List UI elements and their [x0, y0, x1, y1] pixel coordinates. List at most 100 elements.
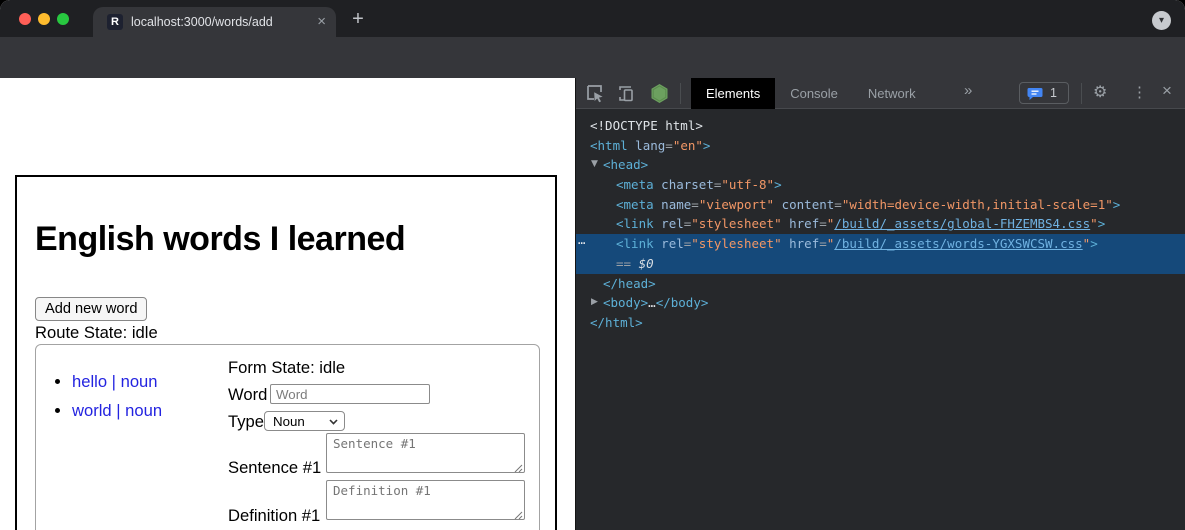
- dom-tree-line[interactable]: <link rel="stylesheet" href="/build/_ass…: [576, 214, 1185, 234]
- code-token: =: [691, 197, 699, 212]
- inspect-icon[interactable]: [586, 84, 605, 103]
- issues-count: 1: [1050, 86, 1057, 100]
- code-token: <link: [616, 236, 654, 251]
- code-token: <meta: [616, 177, 654, 192]
- definition-label: Definition #1: [228, 506, 320, 526]
- code-token: >: [1113, 197, 1121, 212]
- code-token: $0: [639, 256, 654, 271]
- code-token: href: [782, 216, 820, 231]
- code-token: =: [819, 236, 827, 251]
- new-tab-button[interactable]: +: [346, 8, 370, 32]
- word-link[interactable]: world | noun: [72, 401, 162, 420]
- settings-gear-icon[interactable]: ⚙: [1093, 82, 1107, 102]
- code-token: ": [1090, 216, 1098, 231]
- code-token: >: [1090, 236, 1098, 251]
- code-token: >: [1098, 216, 1106, 231]
- code-token: "stylesheet": [691, 216, 781, 231]
- device-toolbar-icon[interactable]: [616, 84, 635, 103]
- toolbar-divider: [1081, 83, 1082, 104]
- code-token: =: [834, 197, 842, 212]
- traffic-light-minimize[interactable]: [38, 13, 50, 25]
- code-token: =: [819, 216, 827, 231]
- code-token: "stylesheet": [691, 236, 781, 251]
- code-token: content: [774, 197, 834, 212]
- toolbar-divider: [680, 83, 681, 104]
- browser-toolbar: ← → ↻ ⓘ localhost:3000/words/add ☆ Incog…: [0, 37, 1185, 78]
- code-token: </body>: [656, 295, 709, 310]
- add-new-word-button[interactable]: Add new word: [35, 297, 147, 321]
- code-token: </html>: [590, 315, 643, 330]
- devtools-close-icon[interactable]: ×: [1162, 81, 1172, 101]
- code-token: "en": [673, 138, 703, 153]
- expander-icon[interactable]: ▼: [591, 155, 598, 175]
- code-token: rel: [654, 236, 684, 251]
- code-token: lang: [628, 138, 666, 153]
- dom-tree-line[interactable]: ⋯<link rel="stylesheet" href="/build/_as…: [576, 234, 1185, 254]
- tab-strip: R localhost:3000/words/add × + ▾: [0, 0, 1185, 37]
- remix-favicon: R: [107, 14, 123, 30]
- word-list: hello | noun world | noun: [72, 372, 162, 430]
- devtools-tab-network[interactable]: Network: [853, 78, 931, 109]
- issue-bubble-icon: [1027, 87, 1043, 101]
- node-icon[interactable]: [650, 83, 669, 104]
- code-token: <body>: [603, 295, 648, 310]
- code-token: charset: [654, 177, 714, 192]
- web-page: English words I learned Add new word Rou…: [0, 78, 575, 530]
- word-list-item: world | noun: [72, 401, 162, 421]
- code-token: name: [654, 197, 692, 212]
- dom-tree-line[interactable]: == $0: [576, 254, 1185, 274]
- dom-tree-line[interactable]: <!DOCTYPE html>: [576, 116, 1185, 136]
- more-tabs-icon[interactable]: »: [964, 82, 972, 99]
- tab-close-icon[interactable]: ×: [317, 13, 326, 30]
- definition-textarea[interactable]: [326, 480, 525, 520]
- devtools-menu-icon[interactable]: ⋮: [1132, 83, 1147, 101]
- code-token: "utf-8": [721, 177, 774, 192]
- code-token: >: [774, 177, 782, 192]
- code-token: =: [665, 138, 673, 153]
- devtools-tab-elements[interactable]: Elements: [691, 78, 775, 109]
- code-token: "viewport": [699, 197, 774, 212]
- dom-tree-line[interactable]: </html>: [576, 313, 1185, 333]
- dom-tree-line[interactable]: ▶ <body>…</body>: [576, 293, 1185, 313]
- route-state-text: Route State: idle: [35, 323, 158, 343]
- dom-tree-line[interactable]: ▼ <head>: [576, 155, 1185, 175]
- browser-window: R localhost:3000/words/add × + ▾ ← → ↻ ⓘ…: [0, 0, 1185, 530]
- type-label: Type: [228, 412, 264, 432]
- tab-title: localhost:3000/words/add: [131, 15, 273, 29]
- devtools-tabs: ElementsConsoleNetwork: [691, 78, 931, 109]
- tab-search-chevron-icon[interactable]: ▾: [1152, 11, 1171, 30]
- browser-tab[interactable]: R localhost:3000/words/add ×: [93, 7, 336, 37]
- select-chevron-icon: [329, 419, 338, 425]
- type-select-value: Noun: [273, 414, 305, 429]
- word-input[interactable]: [270, 384, 430, 404]
- issues-badge[interactable]: 1: [1019, 82, 1069, 104]
- word-link[interactable]: hello | noun: [72, 372, 158, 391]
- devtools-tab-console[interactable]: Console: [775, 78, 853, 109]
- code-token: /build/_assets/global-FHZEMBS4.css: [834, 216, 1090, 231]
- code-token: href: [782, 236, 820, 251]
- code-token: <meta: [616, 197, 654, 212]
- code-token: rel: [654, 216, 684, 231]
- word-list-item: hello | noun: [72, 372, 162, 392]
- code-token: /build/_assets/words-YGXSWCSW.css: [834, 236, 1082, 251]
- sentence-textarea[interactable]: [326, 433, 525, 473]
- traffic-light-close[interactable]: [19, 13, 31, 25]
- type-select[interactable]: Noun: [264, 411, 345, 431]
- code-token: <!DOCTYPE html>: [590, 118, 703, 133]
- traffic-light-maximize[interactable]: [57, 13, 69, 25]
- dom-tree-line[interactable]: <meta name="viewport" content="width=dev…: [576, 195, 1185, 215]
- page-title: English words I learned: [35, 220, 405, 259]
- devtools-panel: ElementsConsoleNetwork » 1 ⚙ ⋮ × <!DOCTY…: [575, 78, 1185, 530]
- expander-icon[interactable]: ▶: [591, 293, 598, 313]
- code-token: <link: [616, 216, 654, 231]
- code-token: …: [648, 295, 656, 310]
- code-token: "width=device-width,initial-scale=1": [842, 197, 1113, 212]
- code-token: ==: [616, 256, 639, 271]
- code-token: </head>: [603, 276, 656, 291]
- sentence-label: Sentence #1: [228, 458, 321, 478]
- dom-tree-line[interactable]: <html lang="en">: [576, 136, 1185, 156]
- hover-menu-icon[interactable]: ⋯: [578, 234, 584, 254]
- dom-tree-line[interactable]: <meta charset="utf-8">: [576, 175, 1185, 195]
- code-token: <head>: [603, 157, 648, 172]
- dom-tree-line[interactable]: </head>: [576, 274, 1185, 294]
